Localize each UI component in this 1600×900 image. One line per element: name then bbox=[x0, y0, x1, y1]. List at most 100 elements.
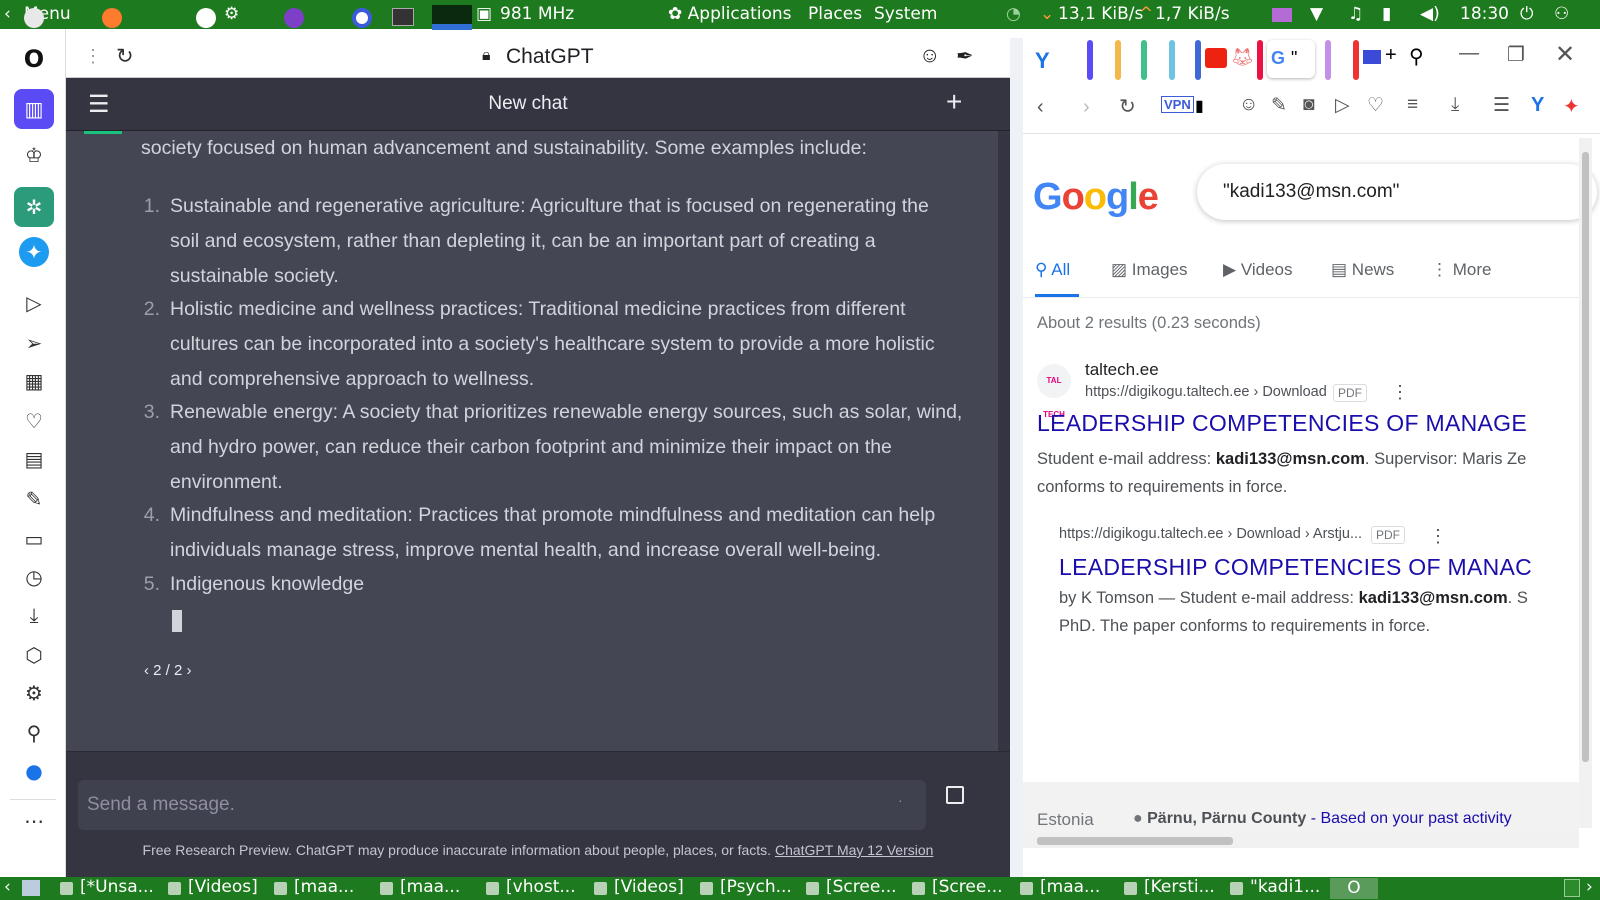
taskbar-item[interactable]: [Videos] bbox=[590, 877, 686, 900]
taskbar-item[interactable]: [Scree... bbox=[802, 877, 906, 900]
settings-icon[interactable]: ⚙ bbox=[18, 677, 50, 709]
taskbar-item[interactable]: [Scree... bbox=[908, 877, 1012, 900]
settings-icon[interactable]: ⚙ bbox=[224, 4, 239, 24]
tab-bar[interactable] bbox=[1195, 40, 1201, 80]
taskbar-item[interactable]: [Videos] bbox=[164, 877, 260, 900]
opera-taskbar-icon[interactable]: O bbox=[1330, 878, 1378, 899]
player-icon[interactable]: ▷ bbox=[18, 287, 50, 319]
volume-icon[interactable]: ◀) bbox=[1420, 4, 1440, 24]
chat-bubble-icon[interactable]: ● bbox=[18, 755, 50, 787]
extensions-icon[interactable]: ⬡ bbox=[18, 639, 50, 671]
taskbar-left-arrow-icon[interactable]: ‹ bbox=[4, 877, 11, 897]
download-icon[interactable]: ⤓ bbox=[1451, 94, 1459, 116]
tab-videos[interactable]: ▶ Videos bbox=[1223, 260, 1293, 280]
search-input[interactable]: "kadi133@msn.com" bbox=[1197, 164, 1597, 220]
tab-bar[interactable] bbox=[1169, 40, 1175, 80]
next-chevron-icon[interactable]: › bbox=[182, 662, 192, 679]
tab-bar[interactable] bbox=[1141, 40, 1147, 80]
new-chat-icon[interactable]: + bbox=[946, 86, 962, 118]
tab-search-icon[interactable]: ⚲ bbox=[1409, 44, 1424, 69]
taskbar-item[interactable]: [Kersti... bbox=[1120, 877, 1224, 900]
version-link[interactable]: ChatGPT May 12 Version bbox=[775, 842, 933, 858]
more-icon[interactable]: ⋯ bbox=[18, 805, 50, 837]
taskbar-item[interactable]: [maa... bbox=[1016, 877, 1116, 900]
tab-bar[interactable] bbox=[1115, 40, 1121, 80]
extension-icon[interactable]: ✦ bbox=[1563, 94, 1580, 119]
vpn-badge[interactable]: VPN bbox=[1161, 96, 1194, 113]
taskbar-item[interactable]: [maa... bbox=[376, 877, 472, 900]
emoji-icon[interactable]: ☺ bbox=[1239, 94, 1258, 116]
system-menu[interactable]: System bbox=[874, 4, 937, 24]
extension-icon[interactable]: Y bbox=[1531, 94, 1544, 117]
show-desktop-icon[interactable] bbox=[22, 880, 40, 896]
opera-logo-icon[interactable]: O bbox=[18, 43, 50, 75]
speed-dial-icon[interactable]: ▦ bbox=[18, 365, 50, 397]
send-icon[interactable]: ➢ bbox=[18, 327, 50, 359]
tab-news[interactable]: ▤ News bbox=[1331, 260, 1394, 280]
tab-bar[interactable] bbox=[1087, 40, 1093, 80]
tabs-icon[interactable]: ▭ bbox=[18, 523, 50, 555]
network-icon[interactable]: ▼ bbox=[1310, 4, 1323, 24]
active-tab[interactable]: G " bbox=[1267, 40, 1315, 78]
new-tab-icon[interactable]: + bbox=[1385, 44, 1397, 67]
twitter-icon[interactable]: ✦ bbox=[19, 237, 49, 267]
result-url[interactable]: https://digikogu.taltech.ee › Download ›… bbox=[1059, 526, 1362, 542]
taskbar-item[interactable]: [maa... bbox=[270, 877, 366, 900]
pin-icon[interactable]: ✒ bbox=[956, 44, 974, 69]
news-icon[interactable]: ▤ bbox=[18, 443, 50, 475]
applications-menu[interactable]: ✿ Applications bbox=[668, 4, 792, 24]
send-icon[interactable]: ▷ bbox=[1335, 94, 1350, 117]
downloads-icon[interactable]: ⤓ bbox=[18, 599, 50, 631]
chat-scrollbar[interactable] bbox=[998, 131, 1010, 751]
camera-icon[interactable]: ◙ bbox=[1303, 94, 1314, 116]
battery-icon[interactable]: ▮ bbox=[1382, 4, 1391, 24]
tab-images[interactable]: ▨ Images bbox=[1111, 260, 1188, 280]
scrollbar-thumb[interactable] bbox=[1582, 152, 1589, 762]
heart-icon[interactable]: ♡ bbox=[1367, 94, 1384, 117]
location-detail[interactable]: ● Pärnu, Pärnu County - Based on your pa… bbox=[1133, 810, 1512, 828]
mail-tab-icon[interactable] bbox=[1363, 50, 1381, 64]
prev-chevron-icon[interactable]: ‹ bbox=[144, 662, 153, 679]
minimize-icon[interactable]: — bbox=[1459, 42, 1479, 65]
restore-icon[interactable]: ❐ bbox=[1507, 42, 1525, 67]
vivaldi-tab-icon[interactable]: Y bbox=[1035, 48, 1061, 74]
reload-icon[interactable]: ↻ bbox=[116, 44, 134, 69]
power-icon[interactable]: ⏻ bbox=[1520, 4, 1533, 24]
places-menu[interactable]: Places bbox=[808, 4, 862, 24]
notification-bell-icon[interactable]: ♫ bbox=[1348, 4, 1363, 24]
taskbar-item[interactable]: "kadi1... bbox=[1226, 877, 1328, 900]
taskbar-right-arrow-icon[interactable]: › bbox=[1586, 877, 1593, 897]
tab-bar[interactable] bbox=[1353, 40, 1359, 80]
result-title-link[interactable]: LEADERSHIP COMPETENCIES OF MANAC bbox=[1059, 554, 1532, 581]
easy-setup-icon[interactable]: ☰ bbox=[1493, 94, 1510, 117]
youtube-tab-icon[interactable] bbox=[1205, 48, 1227, 68]
result-title-link[interactable]: LEADERSHIP COMPETENCIES OF MANAGE bbox=[1037, 410, 1527, 437]
history-icon[interactable]: ◷ bbox=[18, 561, 50, 593]
reload-icon[interactable]: ↻ bbox=[1119, 94, 1136, 119]
chatgpt-icon[interactable]: ✲ bbox=[14, 187, 54, 227]
taskbar-item[interactable]: [*Unsa... bbox=[56, 877, 160, 900]
tab-bar[interactable] bbox=[1325, 40, 1331, 80]
page-scrollbar[interactable] bbox=[1579, 138, 1592, 828]
wifi-icon[interactable]: ◔ bbox=[1006, 4, 1021, 24]
result-site-name[interactable]: taltech.ee bbox=[1085, 360, 1159, 380]
shutdown-icon[interactable]: ⚇ bbox=[1554, 4, 1569, 24]
menu-button[interactable]: Menu bbox=[24, 4, 71, 28]
taskbar-item[interactable]: [Psych... bbox=[696, 877, 800, 900]
pinboard-icon[interactable]: ✎ bbox=[18, 483, 50, 515]
result-menu-icon[interactable]: ⋮ bbox=[1391, 382, 1409, 403]
workspace-icon[interactable]: ▥ bbox=[14, 89, 54, 129]
stop-generating-button[interactable] bbox=[946, 786, 964, 804]
taskbar-item[interactable]: [vhost... bbox=[482, 877, 586, 900]
google-logo[interactable]: Google bbox=[1033, 176, 1159, 219]
horizontal-scrollbar[interactable] bbox=[1023, 834, 1579, 848]
panel-left-arrow-icon[interactable]: ‹ bbox=[4, 4, 11, 24]
trash-icon[interactable] bbox=[1564, 879, 1580, 897]
response-pager[interactable]: ‹ 2 / 2 › bbox=[144, 653, 192, 688]
edit-icon[interactable]: ✎ bbox=[1271, 94, 1287, 117]
drag-handle-icon[interactable]: ⋮ bbox=[84, 46, 102, 67]
tab-more[interactable]: ⋮ More bbox=[1431, 260, 1491, 280]
forward-icon[interactable]: › bbox=[1083, 96, 1090, 119]
message-input[interactable]: Send a message. · bbox=[78, 780, 926, 830]
result-menu-icon[interactable]: ⋮ bbox=[1429, 526, 1447, 547]
